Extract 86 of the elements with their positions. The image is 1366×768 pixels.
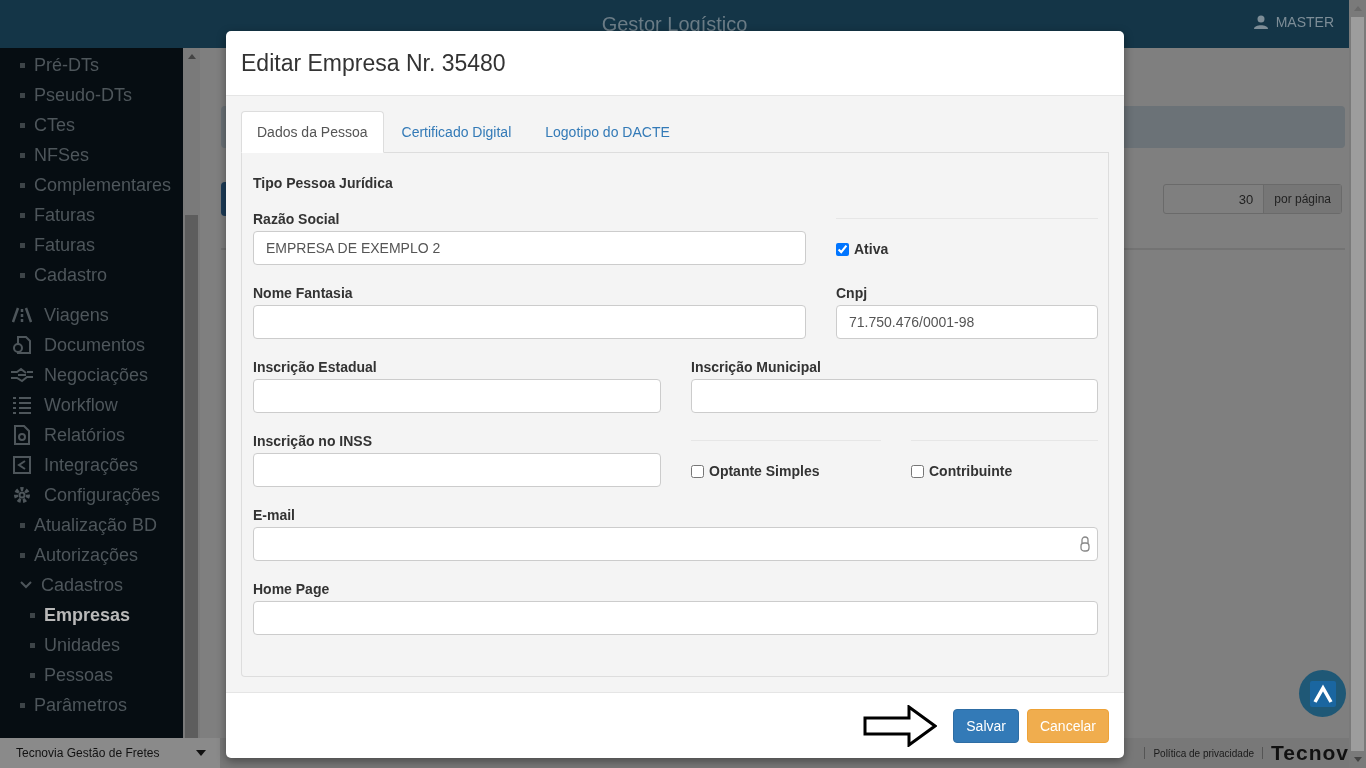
sidebar-item[interactable]: Complementares bbox=[34, 174, 172, 196]
sidebar-item[interactable]: Relatórios bbox=[44, 424, 126, 446]
product-select[interactable]: Tecnovia Gestão de Fretes bbox=[0, 738, 220, 768]
sidebar-item[interactable]: Viagens bbox=[44, 304, 109, 326]
bullet-icon bbox=[20, 182, 25, 188]
sidebar-item[interactable]: CTes bbox=[34, 114, 75, 136]
caret-icon bbox=[196, 750, 206, 756]
user-name[interactable]: MASTER bbox=[1275, 14, 1334, 30]
right-arrow-icon bbox=[863, 704, 938, 747]
sidebar-item[interactable]: Autorizações bbox=[34, 544, 139, 566]
field-label: Inscrição no INSS bbox=[253, 432, 374, 451]
checkbox[interactable] bbox=[691, 464, 704, 478]
bullet-icon bbox=[20, 152, 25, 158]
sidebar-item[interactable]: Documentos bbox=[44, 334, 146, 356]
bullet-icon bbox=[20, 552, 25, 558]
field-label: Home Page bbox=[253, 580, 331, 599]
sidebar-item[interactable]: Parâmetros bbox=[34, 694, 128, 716]
sidebar-item[interactable]: Atualização BD bbox=[34, 514, 158, 536]
input-field[interactable] bbox=[253, 379, 661, 413]
input-field[interactable]: 71.750.476/0001-98 bbox=[836, 305, 1098, 339]
handshake-icon bbox=[10, 367, 34, 383]
bullet-icon bbox=[30, 612, 35, 618]
tab[interactable]: Logotipo do DACTE bbox=[529, 111, 686, 153]
sidebar-item[interactable]: Faturas bbox=[34, 234, 96, 256]
scrollbar-thumb[interactable] bbox=[1351, 17, 1364, 751]
bullet-icon bbox=[20, 62, 25, 68]
checkbox[interactable] bbox=[911, 464, 924, 478]
chevron-up-icon bbox=[1309, 680, 1336, 707]
bullet-icon bbox=[20, 212, 25, 218]
sidebar-item[interactable]: Workflow bbox=[44, 394, 118, 416]
field-label: Inscrição Municipal bbox=[691, 358, 822, 377]
sidebar-item[interactable]: Faturas bbox=[34, 204, 96, 226]
scroll-down-icon[interactable] bbox=[1353, 757, 1362, 762]
input-field[interactable] bbox=[253, 453, 661, 487]
checkbox-label[interactable]: Contribuinte bbox=[911, 463, 1098, 479]
bullet-icon bbox=[20, 242, 25, 248]
checkbox[interactable] bbox=[836, 242, 849, 256]
user-icon bbox=[1253, 15, 1268, 29]
tab[interactable]: Dados da Pessoa bbox=[241, 111, 384, 153]
sidebar-item[interactable]: Empresas bbox=[44, 604, 131, 626]
bullet-icon bbox=[20, 272, 25, 278]
scroll-top-button[interactable] bbox=[1299, 670, 1346, 717]
input-field[interactable] bbox=[253, 601, 1098, 635]
save-button[interactable]: Salvar bbox=[953, 708, 1019, 743]
bullet-icon bbox=[30, 672, 35, 678]
bullet-icon bbox=[20, 122, 25, 128]
person-type-label: Tipo Pessoa Jurídica bbox=[253, 175, 394, 193]
road-icon bbox=[10, 307, 34, 323]
field-label: Inscrição Estadual bbox=[253, 358, 378, 377]
checkbox-label[interactable]: Optante Simples bbox=[691, 463, 881, 479]
sidebar-item[interactable]: Configurações bbox=[44, 484, 161, 506]
sidebar-item[interactable]: Pseudo-DTs bbox=[34, 84, 133, 106]
per-page-control[interactable]: 30 por página bbox=[1163, 184, 1342, 214]
sidebar-item[interactable]: Pré-DTs bbox=[34, 54, 99, 76]
field-label: Cnpj bbox=[836, 284, 869, 303]
input-field[interactable] bbox=[253, 527, 1098, 561]
input-field[interactable]: EMPRESA DE EXEMPLO 2 bbox=[253, 231, 806, 265]
privacy-link[interactable]: Política de privacidade bbox=[1153, 747, 1255, 759]
sidebar-item[interactable]: Pessoas bbox=[44, 664, 114, 686]
input-field[interactable] bbox=[691, 379, 1098, 413]
field-label: Razão Social bbox=[253, 210, 341, 229]
sidebar-item[interactable]: Cadastro bbox=[34, 264, 108, 286]
checkbox-label[interactable]: Ativa bbox=[836, 241, 1098, 257]
sidebar-item[interactable]: Negociações bbox=[44, 364, 149, 386]
sidebar-item[interactable]: Unidades bbox=[44, 634, 121, 656]
bullet-icon bbox=[20, 92, 25, 98]
dialog-title: Editar Empresa Nr. 35480 bbox=[241, 49, 506, 77]
app-title: Gestor Logístico bbox=[601, 12, 748, 36]
scrollbar-thumb[interactable] bbox=[185, 214, 198, 738]
cancel-button[interactable]: Cancelar bbox=[1026, 708, 1109, 743]
bullet-icon bbox=[20, 702, 25, 708]
sidebar-item[interactable]: Integrações bbox=[44, 454, 139, 476]
bullet-icon bbox=[20, 522, 25, 528]
document-icon bbox=[10, 335, 34, 355]
sidebar-item[interactable]: Cadastros bbox=[41, 574, 124, 596]
field-label: Nome Fantasia bbox=[253, 284, 354, 303]
input-field[interactable] bbox=[253, 305, 806, 339]
share-icon bbox=[10, 456, 34, 474]
list-icon bbox=[10, 396, 34, 414]
sidebar-item[interactable]: NFSes bbox=[34, 144, 89, 166]
padlock-icon[interactable] bbox=[1080, 536, 1090, 552]
brand-logo: Tecnov bbox=[1271, 741, 1349, 765]
tab[interactable]: Certificado Digital bbox=[385, 111, 528, 153]
scroll-up-icon[interactable] bbox=[187, 53, 196, 59]
bullet-icon bbox=[30, 642, 35, 648]
field-label: E-mail bbox=[253, 506, 296, 525]
